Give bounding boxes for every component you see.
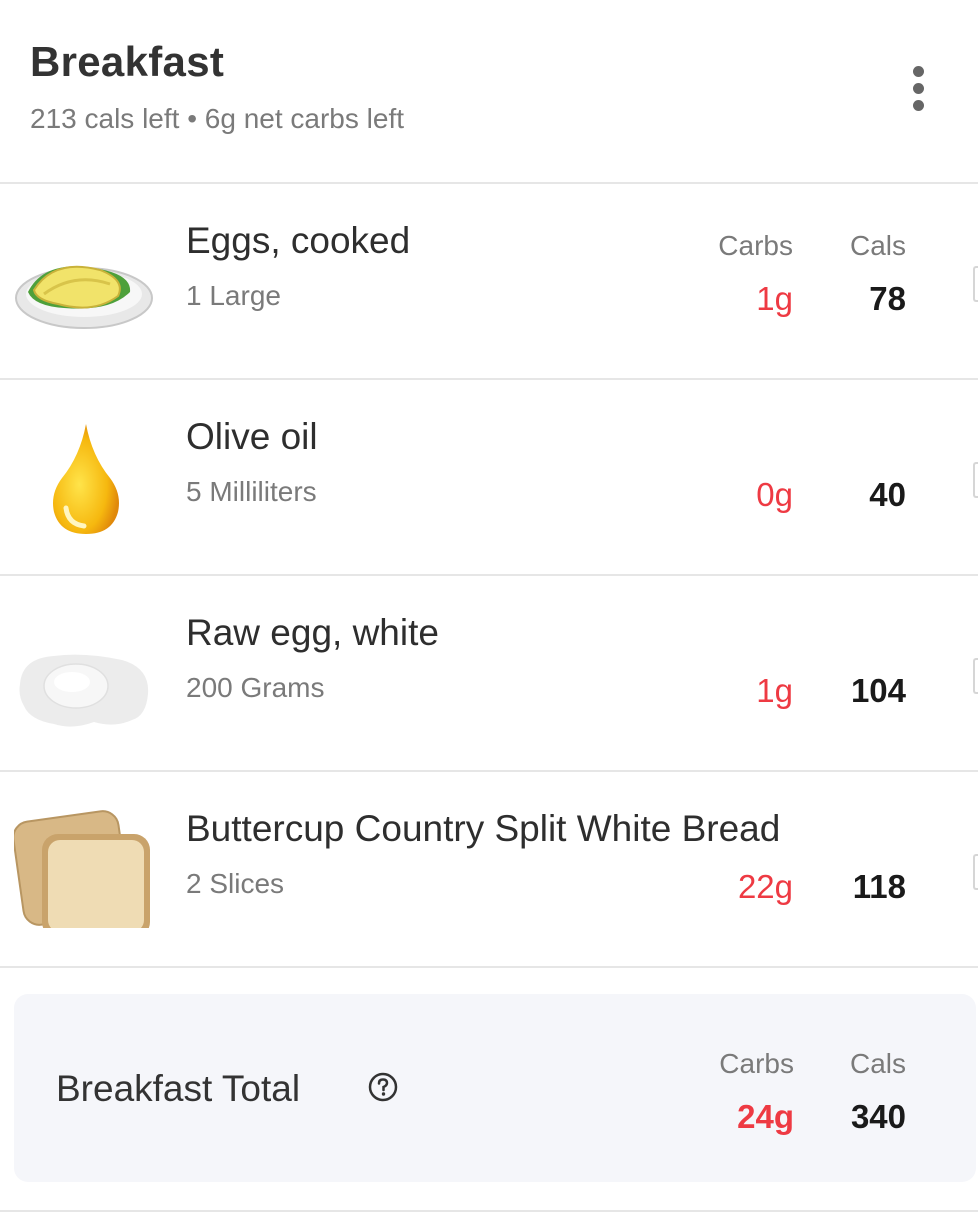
food-row[interactable]: Olive oil 5 Milliliters 0g 40 (0, 380, 978, 576)
meal-total-card: Breakfast Total Carbs Cals 24g 340 (14, 994, 976, 1182)
food-serving: 5 Milliliters (186, 476, 317, 507)
meal-title: Breakfast (30, 38, 225, 85)
total-carbs-header: Carbs (719, 1048, 794, 1079)
meal-total-label: Breakfast Total (56, 1068, 301, 1109)
fried-egg-icon (14, 220, 154, 340)
bread-icon (12, 808, 154, 938)
oil-drop-icon (14, 416, 154, 536)
food-serving: 2 Slices (186, 868, 285, 899)
total-cals-header: Cals (849, 1048, 906, 1079)
food-carbs: 1g (756, 672, 793, 709)
food-carbs: 1g (756, 280, 793, 317)
food-carbs: 0g (756, 476, 793, 513)
food-cals: 104 (850, 672, 906, 709)
food-cals: 78 (869, 280, 906, 317)
total-carbs: 24g (737, 1098, 794, 1135)
food-name: Buttercup Country Split White Bread (186, 808, 781, 849)
total-cals: 340 (850, 1098, 906, 1135)
food-name: Eggs, cooked (186, 220, 411, 261)
raw-egg-icon (14, 612, 154, 732)
food-serving: 1 Large (186, 280, 281, 311)
meal-remaining-summary: 213 cals left • 6g net carbs left (30, 103, 405, 134)
food-cals: 40 (869, 476, 906, 513)
cals-column-header: Cals (849, 230, 906, 261)
meal-header: Breakfast 213 cals left • 6g net carbs l… (0, 0, 978, 184)
divider (0, 1210, 978, 1212)
swipe-handle[interactable] (973, 854, 978, 890)
food-row[interactable]: Eggs, cooked 1 Large Carbs Cals 1g 78 (0, 184, 978, 380)
food-name: Olive oil (186, 416, 318, 457)
swipe-handle[interactable] (973, 266, 978, 302)
food-row[interactable]: Raw egg, white 200 Grams 1g 104 (0, 576, 978, 772)
food-name: Raw egg, white (186, 612, 439, 653)
food-serving: 200 Grams (186, 672, 325, 703)
food-carbs: 22g (737, 868, 793, 905)
more-vertical-icon[interactable] (906, 66, 930, 112)
food-row[interactable]: Buttercup Country Split White Bread 2 Sl… (0, 772, 978, 968)
food-cals: 118 (852, 868, 906, 905)
carbs-column-header: Carbs (718, 230, 793, 261)
question-circle-icon[interactable] (368, 1072, 398, 1102)
swipe-handle[interactable] (973, 462, 978, 498)
swipe-handle[interactable] (973, 658, 978, 694)
